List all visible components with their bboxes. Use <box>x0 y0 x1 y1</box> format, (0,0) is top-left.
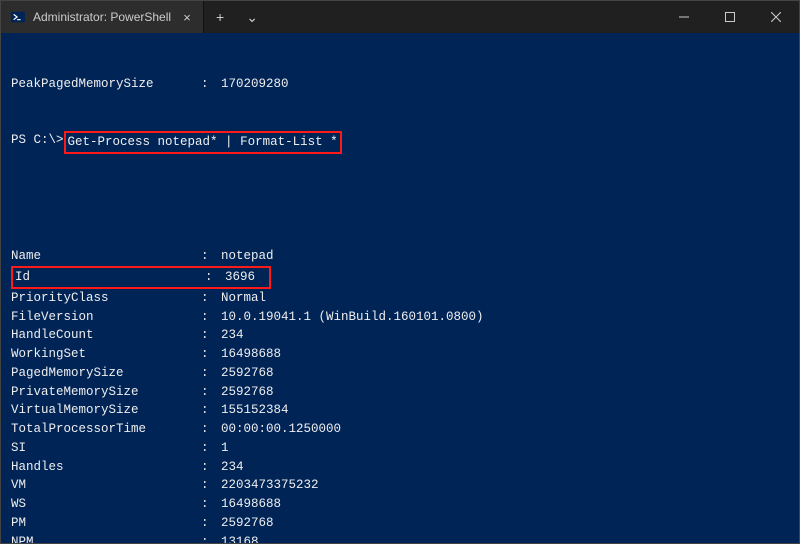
property-row: Id: 3696 <box>11 266 789 289</box>
property-row: VirtualMemorySize: 155152384 <box>11 401 789 420</box>
property-value: 3696 <box>225 268 255 287</box>
property-row: PriorityClass: Normal <box>11 289 789 308</box>
terminal-content[interactable]: PeakPagedMemorySize: 170209280 PS C:\>Ge… <box>1 33 799 543</box>
property-list: Name: notepadId: 3696PriorityClass: Norm… <box>11 247 789 543</box>
close-window-button[interactable] <box>753 1 799 33</box>
colon: : <box>201 533 221 544</box>
property-value: 155152384 <box>221 401 289 420</box>
property-value: 2203473375232 <box>221 476 319 495</box>
property-value: 13168 <box>221 533 259 544</box>
property-label: PM <box>11 514 201 533</box>
colon: : <box>201 476 221 495</box>
property-value: Normal <box>221 289 266 308</box>
property-label: Name <box>11 247 201 266</box>
property-row: WorkingSet: 16498688 <box>11 345 789 364</box>
blank-line <box>11 191 789 210</box>
command-text: Get-Process notepad* <box>68 135 218 149</box>
ps-prompt: PS C:\> <box>11 131 64 154</box>
property-label: VirtualMemorySize <box>11 401 201 420</box>
property-value: 234 <box>221 326 244 345</box>
property-value: 00:00:00.1250000 <box>221 420 341 439</box>
colon: : <box>201 514 221 533</box>
property-value: 16498688 <box>221 495 281 514</box>
property-row: NPM: 13168 <box>11 533 789 544</box>
property-value: 2592768 <box>221 364 274 383</box>
colon: : <box>201 247 221 266</box>
property-row: PM: 2592768 <box>11 514 789 533</box>
property-value: 16498688 <box>221 345 281 364</box>
colon: : <box>201 326 221 345</box>
colon: : <box>201 383 221 402</box>
property-label: WS <box>11 495 201 514</box>
property-label: Handles <box>11 458 201 477</box>
property-label: SI <box>11 439 201 458</box>
tab-title: Administrator: PowerShell <box>33 10 171 24</box>
property-value: 170209280 <box>221 75 289 94</box>
pipe-operator: | <box>218 135 241 149</box>
property-label: FileVersion <box>11 308 201 327</box>
highlight-box: Id: 3696 <box>11 266 271 289</box>
property-value: notepad <box>221 247 274 266</box>
property-label: PagedMemorySize <box>11 364 201 383</box>
titlebar-drag-area[interactable] <box>268 1 661 33</box>
prompt-line: PS C:\>Get-Process notepad* | Format-Lis… <box>11 131 789 154</box>
property-value: 1 <box>221 439 229 458</box>
terminal-window: Administrator: PowerShell × + ⌄ PeakPage… <box>0 0 800 544</box>
colon: : <box>201 458 221 477</box>
tab-dropdown-button[interactable]: ⌄ <box>236 1 268 33</box>
colon: : <box>201 345 221 364</box>
colon: : <box>201 495 221 514</box>
property-row: VM: 2203473375232 <box>11 476 789 495</box>
minimize-button[interactable] <box>661 1 707 33</box>
property-row: PagedMemorySize: 2592768 <box>11 364 789 383</box>
property-label: WorkingSet <box>11 345 201 364</box>
property-value: 10.0.19041.1 (WinBuild.160101.0800) <box>221 308 484 327</box>
new-tab-button[interactable]: + <box>204 1 236 33</box>
colon: : <box>201 289 221 308</box>
colon: : <box>201 308 221 327</box>
property-value: 234 <box>221 458 244 477</box>
powershell-icon <box>11 10 25 24</box>
property-value: 2592768 <box>221 383 274 402</box>
colon: : <box>201 75 221 94</box>
property-row: TotalProcessorTime: 00:00:00.1250000 <box>11 420 789 439</box>
property-row: Handles: 234 <box>11 458 789 477</box>
tab-powershell[interactable]: Administrator: PowerShell × <box>1 1 204 33</box>
colon: : <box>201 420 221 439</box>
property-label: HandleCount <box>11 326 201 345</box>
colon: : <box>201 364 221 383</box>
property-label: TotalProcessorTime <box>11 420 201 439</box>
property-label: PeakPagedMemorySize <box>11 75 201 94</box>
property-label: NPM <box>11 533 201 544</box>
command-highlight: Get-Process notepad* | Format-List * <box>64 131 342 154</box>
tab-close-button[interactable]: × <box>179 9 195 25</box>
property-row: WS: 16498688 <box>11 495 789 514</box>
colon: : <box>205 268 225 287</box>
property-label: PrivateMemorySize <box>11 383 201 402</box>
titlebar: Administrator: PowerShell × + ⌄ <box>1 1 799 33</box>
property-row: SI: 1 <box>11 439 789 458</box>
property-row: Name: notepad <box>11 247 789 266</box>
property-row: PrivateMemorySize: 2592768 <box>11 383 789 402</box>
property-label: PriorityClass <box>11 289 201 308</box>
property-value: 2592768 <box>221 514 274 533</box>
property-row: HandleCount: 234 <box>11 326 789 345</box>
output-line: PeakPagedMemorySize: 170209280 <box>11 75 789 94</box>
maximize-button[interactable] <box>707 1 753 33</box>
property-label: VM <box>11 476 201 495</box>
property-row: FileVersion: 10.0.19041.1 (WinBuild.1601… <box>11 308 789 327</box>
property-label: Id <box>15 268 205 287</box>
colon: : <box>201 439 221 458</box>
command-text: Format-List * <box>240 135 338 149</box>
colon: : <box>201 401 221 420</box>
